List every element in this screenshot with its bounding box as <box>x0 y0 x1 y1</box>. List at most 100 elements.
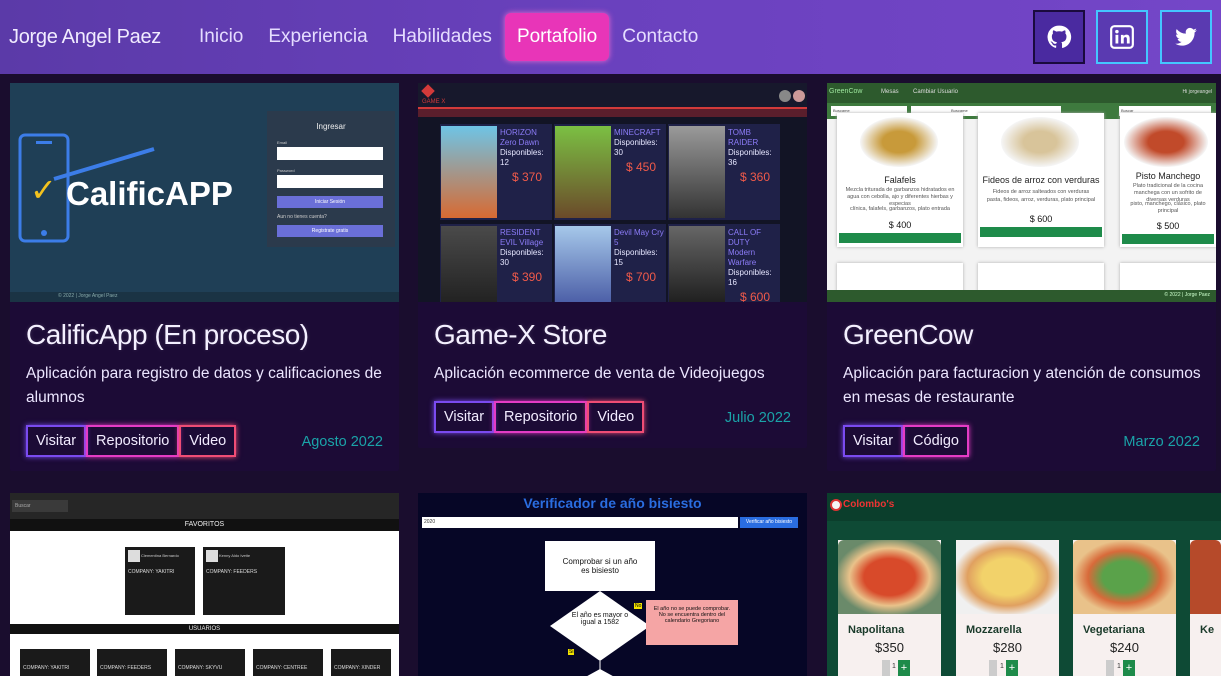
dish-tags: pasta, fideos, arroz, verduras, plato pr… <box>986 197 1096 203</box>
flow-no-box: El año no se puede comprobar. No se encu… <box>646 600 738 645</box>
visit-button[interactable]: Visitar <box>26 425 87 457</box>
user-card[interactable]: COMPANY: FEEDERS <box>97 649 167 676</box>
user-card[interactable]: COMPANY: XINDER <box>331 649 391 676</box>
game-name: MINECRAFT <box>614 128 661 137</box>
register-button[interactable]: Registrate gratis <box>277 225 383 237</box>
github-button[interactable] <box>1033 10 1085 64</box>
brand-name[interactable]: Jorge Angel Paez <box>9 26 161 49</box>
greencow-menu-mesas[interactable]: Mesas <box>881 89 899 95</box>
nav-link-inicio[interactable]: Inicio <box>187 13 255 61</box>
pizza-card-partial[interactable]: Ke <box>1190 540 1221 676</box>
video-button[interactable]: Video <box>179 425 237 457</box>
pizza-card[interactable]: Napolitana $350 1 + <box>838 540 941 676</box>
fav-header: Buscar <box>10 493 399 519</box>
pizza-name: Napolitana <box>848 624 905 636</box>
add-dish-button[interactable] <box>1122 234 1214 244</box>
project-thumbnail[interactable]: Verificador de año bisiesto 2020 Verific… <box>418 493 807 676</box>
dish-description: Mezcla triturada de garbanzos hidratados… <box>845 187 955 207</box>
dish-card-partial[interactable] <box>1120 263 1216 293</box>
linkedin-button[interactable] <box>1096 10 1148 64</box>
game-card[interactable]: TOMB RAIDER Disponibles: 36 $ 360 <box>668 124 780 220</box>
pizza-price: $280 <box>993 640 1022 655</box>
game-cover <box>441 226 497 302</box>
user-card[interactable]: Kenny Aldo Ivette COMPANY: FEEDERS <box>203 547 285 615</box>
code-button[interactable]: Código <box>903 425 969 457</box>
email-field[interactable] <box>277 147 383 160</box>
game-info: TOMB RAIDER Disponibles: 36 $ 360 <box>728 128 778 184</box>
project-thumbnail[interactable]: GAME X HORIZON Zero Dawn Disponibles: 12… <box>418 83 807 302</box>
dish-card[interactable]: Fideos de arroz con verduras Fideos de a… <box>978 113 1104 247</box>
dish-card-partial[interactable] <box>837 263 963 293</box>
game-cover <box>555 126 611 218</box>
game-info: HORIZON Zero Dawn Disponibles: 12 $ 370 <box>500 128 550 184</box>
flow-si-label: Si <box>568 649 575 655</box>
app-logo-text: CalificAPP <box>66 175 233 212</box>
colombos-logo-icon <box>830 499 842 511</box>
no-account-text: Aun no tienes cuenta? <box>277 214 327 220</box>
twitter-button[interactable] <box>1160 10 1212 64</box>
password-field[interactable] <box>277 175 383 188</box>
year-input[interactable]: 2020 <box>422 517 738 528</box>
game-price: $ 360 <box>740 170 771 184</box>
project-date: Julio 2022 <box>724 410 791 426</box>
qty-value: 1 <box>1117 663 1121 670</box>
project-thumbnail[interactable]: Buscar FAVORITOS Clementina Bernardo COM… <box>10 493 399 676</box>
qty-minus[interactable] <box>989 660 997 676</box>
qty-minus[interactable] <box>1106 660 1114 676</box>
dish-price: $ 500 <box>1156 221 1180 231</box>
dish-card[interactable]: Pisto Manchego Plato tradicional de la c… <box>1120 113 1216 247</box>
gamex-cart-icon[interactable] <box>779 90 791 102</box>
visit-button[interactable]: Visitar <box>434 401 495 433</box>
game-card[interactable]: CALL OF DUTY Modern Warfare Disponibles:… <box>668 224 780 302</box>
thumb-footer-text: © 2022 | Jorge Angel Paez <box>58 293 118 299</box>
qty-minus[interactable] <box>882 660 890 676</box>
video-button[interactable]: Video <box>587 401 645 433</box>
dish-price: $ 400 <box>888 220 912 230</box>
visit-button[interactable]: Visitar <box>843 425 904 457</box>
dish-card[interactable]: Falafels Mezcla triturada de garbanzos h… <box>837 113 963 247</box>
greencow-menu-user[interactable]: Cambiar Usuario <box>913 89 958 95</box>
user-card[interactable]: COMPANY: SKYVU <box>175 649 245 676</box>
dish-card-partial[interactable] <box>978 263 1104 293</box>
nav-link-habilidades[interactable]: Habilidades <box>381 13 504 61</box>
qty-plus[interactable]: + <box>898 660 910 676</box>
pizza-card[interactable]: Vegetariana $240 1 + <box>1073 540 1176 676</box>
game-card[interactable]: RESIDENT EVIL Village Disponibles: 30 $ … <box>440 224 552 302</box>
project-thumbnail[interactable]: ✓ CalificAPP Ingresar Email Password Ini… <box>10 83 399 302</box>
project-buttons: Visitar Repositorio Video <box>434 401 645 433</box>
project-card-bisiesto: Verificador de año bisiesto 2020 Verific… <box>418 493 807 676</box>
game-card[interactable]: MINECRAFT Disponibles: 30 $ 450 <box>554 124 666 220</box>
project-title: Game-X Store <box>434 319 607 350</box>
greencow-user: Hi jorgeangel <box>1182 89 1212 95</box>
qty-plus[interactable]: + <box>1123 660 1135 676</box>
user-company: COMPANY: CENTREE <box>256 665 308 671</box>
repository-button[interactable]: Repositorio <box>494 401 588 433</box>
greencow-footer: © 2022 | Jorge Paez <box>827 290 1216 302</box>
favorites-heading: FAVORITOS <box>10 519 399 531</box>
nav-link-contacto[interactable]: Contacto <box>610 13 710 61</box>
qty-plus[interactable]: + <box>1006 660 1018 676</box>
game-name: HORIZON Zero Dawn <box>500 128 540 147</box>
user-card[interactable]: COMPANY: YAKITRI <box>20 649 90 676</box>
game-price: $ 370 <box>512 170 543 184</box>
add-dish-button[interactable] <box>839 233 961 243</box>
user-card[interactable]: COMPANY: CENTREE <box>253 649 323 676</box>
verify-button[interactable]: Verificar año bisiesto <box>740 517 798 528</box>
game-cover <box>555 226 611 302</box>
nav-link-experiencia[interactable]: Experiencia <box>256 13 379 61</box>
project-thumbnail[interactable]: GreenCow Mesas Cambiar Usuario Hi jorgea… <box>827 83 1216 302</box>
user-card[interactable]: Clementina Bernardo COMPANY: YAKITRI <box>125 547 195 615</box>
game-card[interactable]: Devil May Cry 5 Disponibles: 15 $ 700 <box>554 224 666 302</box>
dish-image <box>860 117 938 167</box>
add-dish-button[interactable] <box>980 227 1102 237</box>
nav-link-portafolio[interactable]: Portafolio <box>504 13 610 61</box>
gamex-banner <box>418 109 807 117</box>
project-thumbnail[interactable]: Colombo's Napolitana $350 1 + Mozzarella… <box>827 493 1221 676</box>
login-button[interactable]: Iniciar Sesión <box>277 196 383 208</box>
game-card[interactable]: HORIZON Zero Dawn Disponibles: 12 $ 370 <box>440 124 552 220</box>
gamex-avatar[interactable] <box>793 90 805 102</box>
search-input[interactable]: Buscar <box>12 500 68 512</box>
repository-button[interactable]: Repositorio <box>86 425 180 457</box>
pizza-card[interactable]: Mozzarella $280 1 + <box>956 540 1059 676</box>
greencow-navbar: GreenCow Mesas Cambiar Usuario Hi jorgea… <box>827 83 1216 103</box>
